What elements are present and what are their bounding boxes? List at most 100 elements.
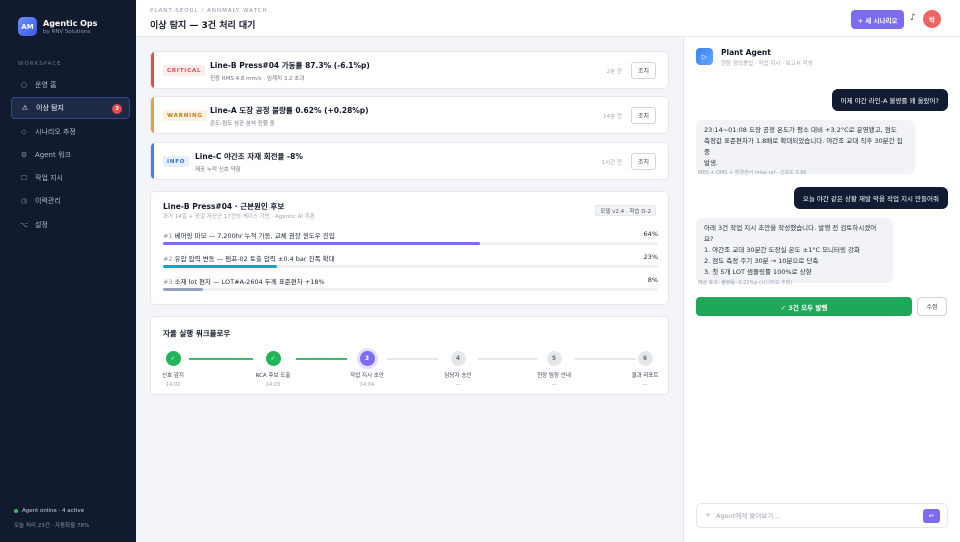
workflow-step-number: 6 xyxy=(637,351,653,366)
agent-message-meta: 예상 효과: 불량률 -0.21%p (시나리오 추정) xyxy=(698,280,793,286)
workflow-step-number: 3 xyxy=(359,351,375,366)
cause-rank: #3 xyxy=(163,278,173,286)
cause-probability-bar xyxy=(163,288,658,291)
alert-action-button[interactable]: 조치 xyxy=(631,107,656,124)
send-button[interactable]: ↵ xyxy=(923,509,940,523)
page-title: 이상 탐지 — 3건 처리 대기 xyxy=(150,21,256,31)
alert-card-info[interactable]: INFO Line-C 야간조 자재 회전율 -8% 재공 누적 신호 약함 1… xyxy=(150,142,669,180)
sidebar-item-label: 이상 탐지 xyxy=(36,104,64,113)
workflow-title: 자율 실행 워크플로우 xyxy=(163,329,231,338)
clipboard-icon: ☐ xyxy=(20,174,28,183)
cause-rank: #1 xyxy=(163,232,173,240)
user-message: 오늘 야간 같은 상황 재발 막을 작업 지시 만들어줘 xyxy=(793,187,948,209)
cause-probability-bar xyxy=(163,265,658,268)
model-version-badge: 모델 v2.4 · 학습 D-2 xyxy=(595,205,656,216)
alert-description: 온도-점도 상관 분석 진행 중 xyxy=(210,121,275,127)
alert-description: 진동 RMS 4.8 mm/s · 임계치 3.2 초과 xyxy=(210,76,305,82)
alert-stripe xyxy=(151,143,154,179)
workflow-step-number: 4 xyxy=(450,351,466,366)
agent-message: 23:14~01:08 도장 공정 온도가 평소 대비 +3.2°C로 운영됐고… xyxy=(696,120,915,174)
cause-probability: 23% xyxy=(643,253,658,261)
cause-probability-bar xyxy=(163,242,658,245)
alert-title: Line-C 야간조 자재 회전율 -8% xyxy=(195,152,303,161)
workflow-step-label: 현장 팀장 안내 xyxy=(537,373,571,379)
agent-message: 아래 3건 작업 지시 초안을 작성했습니다. 발행 전 검토하시겠어요? 1.… xyxy=(696,218,893,283)
cause-rank: #2 xyxy=(163,255,173,263)
workflow-step[interactable]: 5 현장 팀장 안내 — xyxy=(524,351,584,388)
alert-action-button[interactable]: 조치 xyxy=(631,62,656,79)
today-stats: 오늘 처리 23건 · 자동화율 78% xyxy=(14,523,90,529)
main-area: PLANT-SEOUL / ANOMALY WATCH 이상 탐지 — 3건 처… xyxy=(136,0,960,542)
sidebar: AM Agentic Ops by RNV Solutions WORKSPAC… xyxy=(0,0,136,542)
cause-label: 소재 lot 편차 — LOT#A-2604 두께 표준편차 +18% xyxy=(174,278,325,286)
cause-bar-fill xyxy=(163,265,277,268)
brand[interactable]: AM Agentic Ops by RNV Solutions xyxy=(0,0,136,36)
cause-label: 유압 압력 변동 — 펌프-02 토출 압력 ±0.4 bar 진폭 확대 xyxy=(174,255,335,263)
alert-stripe xyxy=(151,52,154,88)
sidebar-item-label: Agent 워크 xyxy=(35,150,71,159)
chat-input[interactable] xyxy=(716,509,906,523)
cause-probability: 8% xyxy=(647,276,658,284)
workflow-step[interactable]: 3 작업 지시 초안 14:04 xyxy=(337,351,397,388)
alert-card-warning[interactable]: WARNING Line-A 도장 공정 불량률 0.62% (+0.28%p)… xyxy=(150,96,669,134)
alert-action-button[interactable]: 조치 xyxy=(631,153,656,170)
brand-logo-icon: AM xyxy=(18,17,37,36)
sidebar-item-anomaly[interactable]: ⚠ 이상 탐지 3 xyxy=(11,97,130,120)
edit-button[interactable]: 수정 xyxy=(917,297,947,316)
agent-message-meta: MES + QMS + 환경센서 mixe ref · 신뢰도 0.86 xyxy=(698,170,807,176)
clock-icon: ◷ xyxy=(20,197,28,206)
sidebar-item-work-order[interactable]: ☐ 작업 지시 xyxy=(11,167,130,189)
alert-time: 1시간 전 xyxy=(601,160,622,166)
sidebar-item-settings[interactable]: ⌥ 설정 xyxy=(11,214,130,236)
alert-card-critical[interactable]: CRITICAL Line-B Press#04 가동률 87.3% (-6.1… xyxy=(150,51,669,89)
sidebar-item-scenario[interactable]: ◇ 시나리오 추정 xyxy=(11,121,130,143)
agent-message-line: 2. 점도 측정 주기 30분 → 10분으로 단축 xyxy=(704,257,819,265)
avatar[interactable]: 박 xyxy=(923,10,941,28)
gear-icon: ⚙ xyxy=(20,150,28,159)
sidebar-nav: ○ 운영 홈 ⚠ 이상 탐지 3 ◇ 시나리오 추정 ⚙ Agent 워크 ☐ … xyxy=(11,74,130,237)
music-note-icon[interactable]: ♪ xyxy=(910,13,916,23)
cause-item[interactable]: #2 유압 압력 변동 — 펌프-02 토출 압력 ±0.4 bar 진폭 확대 … xyxy=(163,253,658,268)
alert-tag-warning: WARNING xyxy=(163,110,207,121)
agent-message-line: 측정값 표준편차가 1.8배로 확대되었습니다. 야간조 교대 직후 30분간 … xyxy=(704,137,903,156)
workflow-step-time: — xyxy=(642,382,648,388)
workspace-label: WORKSPACE xyxy=(18,61,62,67)
workflow-step-label: 결과 리포트 xyxy=(631,373,659,379)
cause-bar-fill xyxy=(163,288,203,291)
online-dot-icon xyxy=(14,509,18,513)
cause-probability: 64% xyxy=(643,230,658,238)
sidebar-item-home[interactable]: ○ 운영 홈 xyxy=(11,74,130,96)
cause-item[interactable]: #1 베어링 마모 — 7,200hr 누적 가동, 교체 권장 윈도우 진입 6… xyxy=(163,230,658,245)
user-message: 어제 야간 라인-A 불량률 왜 올랐어? xyxy=(831,89,948,111)
workflow-step-time: — xyxy=(455,382,461,388)
publish-all-button[interactable]: ✓ 3건 모두 발행 xyxy=(696,297,912,316)
workflow-step[interactable]: 6 결과 리포트 — xyxy=(615,351,675,388)
agent-status: Agent online · 4 active xyxy=(14,508,84,514)
workflow-step[interactable]: 4 담당자 승인 — xyxy=(428,351,488,388)
workflow-step-time: 14:04 xyxy=(359,382,375,388)
cause-item[interactable]: #3 소재 lot 편차 — LOT#A-2604 두께 표준편차 +18% 8% xyxy=(163,276,658,291)
agent-message-line: 발생. xyxy=(704,159,719,167)
sidebar-item-label: 시나리오 추정 xyxy=(35,127,76,136)
plus-icon[interactable]: + xyxy=(705,511,711,519)
alert-tag-info: INFO xyxy=(163,156,190,167)
workflow-step-time: 14:03 xyxy=(265,382,281,388)
sidebar-item-history[interactable]: ◷ 이력관리 xyxy=(11,190,130,212)
new-scenario-button[interactable]: + 새 시나리오 xyxy=(851,10,904,29)
cause-bar-fill xyxy=(163,242,480,245)
root-cause-card: Line-B Press#04 · 근본원인 후보 과거 14일 + 동일 자산… xyxy=(150,191,669,305)
home-icon: ○ xyxy=(20,81,28,89)
workflow-step-label: 신호 감지 xyxy=(162,373,184,379)
workflow-step-number: 5 xyxy=(546,351,562,366)
sidebar-item-label: 운영 홈 xyxy=(35,81,57,89)
agent-panel: ▷ Plant Agent 현장 정의용입 · 작업 지시 · 보고서 작성 어… xyxy=(683,37,960,542)
workflow-card: 자율 실행 워크플로우 ✓ 신호 감지 14:02 ✓ RCA 후보 도출 14… xyxy=(150,316,669,395)
workflow-step[interactable]: ✓ 신호 감지 14:02 xyxy=(143,351,203,388)
agent-subtitle: 현장 정의용입 · 작업 지시 · 보고서 작성 xyxy=(721,61,813,67)
agent-name: Plant Agent xyxy=(721,48,771,57)
workflow-step[interactable]: ✓ RCA 후보 도출 14:03 xyxy=(243,351,303,388)
sidebar-item-label: 설정 xyxy=(35,220,48,229)
workflow-step-time: 14:02 xyxy=(165,382,181,388)
breadcrumb: PLANT-SEOUL / ANOMALY WATCH xyxy=(150,8,268,14)
sidebar-item-agent-work[interactable]: ⚙ Agent 워크 xyxy=(11,144,130,166)
